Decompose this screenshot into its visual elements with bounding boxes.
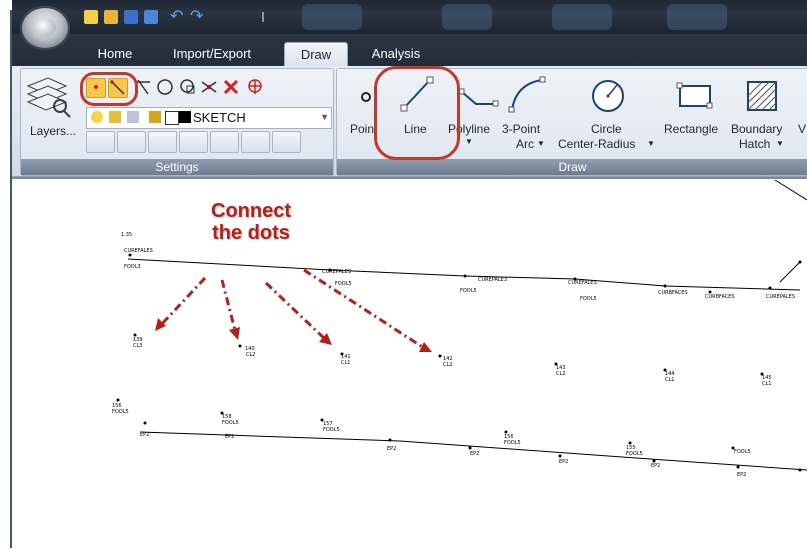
color-white-icon [165,111,179,125]
snap-buttons-highlight [80,72,138,106]
undo-icon[interactable]: ↶ [170,9,184,25]
delete-snap-button[interactable] [222,78,240,96]
redo-icon[interactable]: ↷ [190,9,204,25]
tangent-icon [180,79,195,94]
layer-selector[interactable]: SKETCH ▼ [86,107,332,129]
perpendicular-snap-button[interactable] [200,78,218,96]
drawing-canvas[interactable] [12,177,807,550]
draw-group-label: Draw [337,159,807,175]
save-icon[interactable] [124,10,138,24]
annotation-text: Connect the dots [186,200,316,244]
title-glow [302,4,362,30]
title-glow [667,4,727,30]
hatch-tool-label-1[interactable]: Boundary [731,122,782,136]
arc-dropdown-icon[interactable]: ▼ [537,139,545,148]
arc-tool-label-1[interactable]: 3-Point [502,122,540,136]
perpendicular-icon [201,81,217,93]
point-tool-button[interactable]: Poin [350,122,374,136]
line-tool-highlight [374,66,460,160]
layer-tool-button[interactable] [179,131,208,153]
snap-target-icon [248,79,262,94]
color-black-icon [179,111,191,123]
application-menu-button[interactable] [20,6,70,50]
circle-snap-icon [157,79,173,95]
ribbon-tab-bar: Home Import/Export Draw Analysis [12,34,807,67]
hatch-dropdown-icon[interactable]: ▼ [776,139,784,148]
tangent-snap-button[interactable] [178,78,196,96]
cut-off-tool-label[interactable]: V [798,122,806,136]
layer-tool-button[interactable] [148,131,177,153]
open-file-icon[interactable] [104,10,118,24]
circle-dropdown-icon[interactable]: ▼ [647,139,655,148]
dropdown-arrow-icon[interactable]: ▼ [320,112,329,122]
layer-tool-button[interactable] [210,131,239,153]
freeze-icon [127,111,139,123]
tab-analysis[interactable]: Analysis [364,42,428,66]
layer-tool-button[interactable] [117,131,146,153]
polyline-dropdown-icon[interactable]: ▼ [465,137,473,146]
qat-separator [262,12,264,22]
red-x-icon [223,79,239,95]
settings-group-label: Settings [21,159,333,175]
circle-tool-label-2[interactable]: Center-Radius [558,137,635,151]
sun-icon [109,111,121,123]
current-layer-name: SKETCH [193,110,246,125]
circle-snap-button[interactable] [156,78,174,96]
tab-home[interactable]: Home [90,42,140,66]
title-glow [442,4,492,30]
lock-icon [149,111,161,123]
new-file-icon[interactable] [84,10,98,24]
layer-tool-button[interactable] [241,131,270,153]
annotation-line-1: Connect [211,200,291,222]
lightbulb-icon [91,111,103,123]
layer-tool-button[interactable] [272,131,301,153]
hatch-tool-label-2[interactable]: Hatch [739,137,770,151]
app-logo-icon [34,18,56,36]
layer-tool-button[interactable] [86,131,115,153]
app-window: ↶ ↷ Home Import/Export Draw Analysis Set… [0,0,807,550]
tab-import-export[interactable]: Import/Export [162,42,262,66]
tab-draw[interactable]: Draw [284,42,348,67]
layers-button[interactable]: Layers... [30,124,76,138]
snap-settings-button[interactable] [246,78,264,96]
title-glow [552,4,612,30]
save-as-icon[interactable] [144,10,158,24]
arc-tool-label-2[interactable]: Arc [516,137,534,151]
circle-tool-label-1[interactable]: Circle [591,122,622,136]
annotation-line-2: the dots [212,222,290,244]
rectangle-tool-button[interactable]: Rectangle [664,122,718,136]
